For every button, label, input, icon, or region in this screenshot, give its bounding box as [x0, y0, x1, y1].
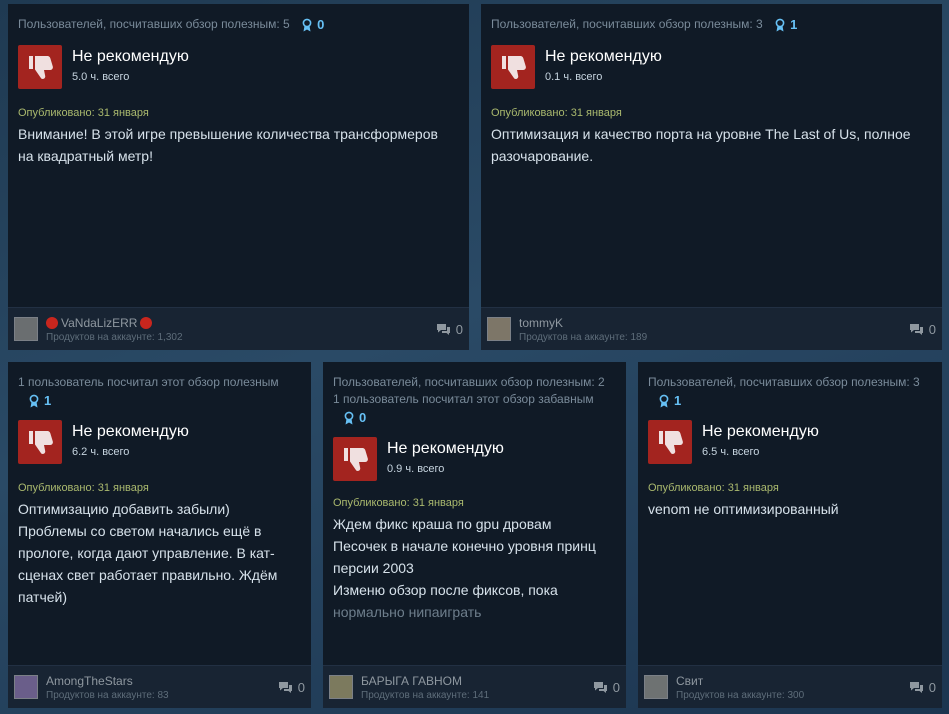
devil-emoticon-icon [140, 316, 153, 329]
products-count: Продуктов на аккаунте: 83 [46, 689, 169, 701]
username[interactable]: VaNdaLizERR [46, 316, 436, 330]
avatar[interactable] [644, 675, 668, 699]
review-footer: VaNdaLizERR Продуктов на аккаунте: 1,302… [8, 307, 469, 350]
thumbs-down-icon[interactable] [333, 437, 377, 481]
verdict-title[interactable]: Не рекомендую [702, 422, 819, 442]
comment-bubble-icon [436, 323, 450, 335]
review-footer: БАРЫГА ГАВНОМ Продуктов на аккаунте: 141… [323, 665, 626, 708]
thumbs-down-icon[interactable] [648, 420, 692, 464]
comments-button[interactable]: 0 [909, 680, 936, 695]
review-card: Пользователей, посчитавших обзор полезны… [638, 362, 942, 708]
avatar[interactable] [487, 317, 511, 341]
hours-played: 6.5 ч. всего [702, 446, 760, 458]
username[interactable]: Свит [676, 674, 909, 688]
review-card: Пользователей, посчитавших обзор полезны… [8, 4, 469, 350]
helpful-count: Пользователей, посчитавших обзор полезны… [491, 16, 798, 33]
award-ribbon-icon [29, 394, 39, 407]
posted-date: Опубликовано: 31 января [491, 107, 622, 120]
comments-button[interactable]: 0 [909, 322, 936, 337]
hours-played: 5.0 ч. всего [72, 71, 130, 84]
review-text: venom не оптимизированный [648, 501, 839, 517]
posted-date: Опубликовано: 31 января [18, 107, 149, 120]
verdict-title[interactable]: Не рекомендую [387, 439, 504, 459]
helpful-count: Пользователей, посчитавших обзор полезны… [333, 374, 616, 408]
username[interactable]: БАРЫГА ГАВНОМ [361, 674, 593, 688]
products-count: Продуктов на аккаунте: 141 [361, 689, 490, 701]
award-badge[interactable]: 1 [774, 16, 797, 33]
review-card: Пользователей, посчитавших обзор полезны… [481, 4, 942, 350]
award-ribbon-icon [344, 411, 354, 424]
review-text: Внимание! В этой игре превышение количес… [18, 126, 438, 165]
review-text-faded: нормально нипаиграть [333, 604, 482, 620]
review-footer: tommyK Продуктов на аккаунте: 189 0 [481, 307, 942, 350]
posted-date: Опубликовано: 31 января [648, 482, 779, 494]
award-ribbon-icon [659, 394, 669, 407]
helpful-count: Пользователей, посчитавших обзор полезны… [18, 16, 325, 33]
review-text: Оптимизация и качество порта на уровне T… [491, 126, 911, 165]
devil-emoticon-icon [46, 316, 58, 329]
award-badge[interactable]: 1 [28, 393, 301, 408]
award-ribbon-icon [302, 18, 312, 32]
hours-played: 0.1 ч. всего [545, 71, 603, 84]
hours-played: 6.2 ч. всего [72, 446, 130, 458]
review-card: Пользователей, посчитавших обзор полезны… [323, 362, 626, 708]
review-footer: Свит Продуктов на аккаунте: 300 0 [638, 665, 942, 708]
helpful-count: Пользователей, посчитавших обзор полезны… [648, 375, 920, 389]
award-ribbon-icon [775, 18, 785, 32]
avatar[interactable] [14, 317, 38, 341]
award-badge[interactable]: 0 [301, 16, 324, 33]
comment-bubble-icon [909, 681, 923, 693]
comments-button[interactable]: 0 [593, 680, 620, 695]
avatar[interactable] [329, 675, 353, 699]
thumbs-down-icon[interactable] [491, 45, 535, 90]
helpful-count: 1 пользователь посчитал этот обзор полез… [18, 375, 279, 389]
products-count: Продуктов на аккаунте: 1,302 [46, 331, 183, 343]
verdict-title[interactable]: Не рекомендую [545, 47, 662, 67]
review-footer: AmongTheStars Продуктов на аккаунте: 83 … [8, 665, 311, 708]
award-badge[interactable]: 1 [658, 393, 932, 408]
products-count: Продуктов на аккаунте: 189 [519, 331, 648, 343]
review-text: Ждем фикс краша по gpu дровам Песочек в … [333, 513, 616, 623]
thumbs-down-icon[interactable] [18, 45, 62, 90]
thumbs-down-icon[interactable] [18, 420, 62, 464]
hours-played: 0.9 ч. всего [387, 463, 445, 475]
avatar[interactable] [14, 675, 38, 699]
verdict-title[interactable]: Не рекомендую [72, 47, 189, 67]
comments-button[interactable]: 0 [278, 680, 305, 695]
comments-button[interactable]: 0 [436, 322, 463, 337]
verdict-title[interactable]: Не рекомендую [72, 422, 189, 442]
username[interactable]: AmongTheStars [46, 674, 278, 688]
products-count: Продуктов на аккаунте: 300 [676, 689, 805, 701]
review-text: Оптимизацию добавить забыли) Проблемы со… [18, 501, 278, 605]
funny-count: 1 пользователь посчитал этот обзор забав… [333, 392, 594, 406]
review-card: 1 пользователь посчитал этот обзор полез… [8, 362, 311, 708]
award-badge[interactable]: 0 [343, 410, 616, 425]
comment-bubble-icon [593, 681, 607, 693]
comment-bubble-icon [278, 681, 292, 693]
username[interactable]: tommyK [519, 316, 909, 330]
comment-bubble-icon [909, 323, 923, 335]
posted-date: Опубликовано: 31 января [18, 482, 149, 494]
posted-date: Опубликовано: 31 января [333, 497, 464, 509]
